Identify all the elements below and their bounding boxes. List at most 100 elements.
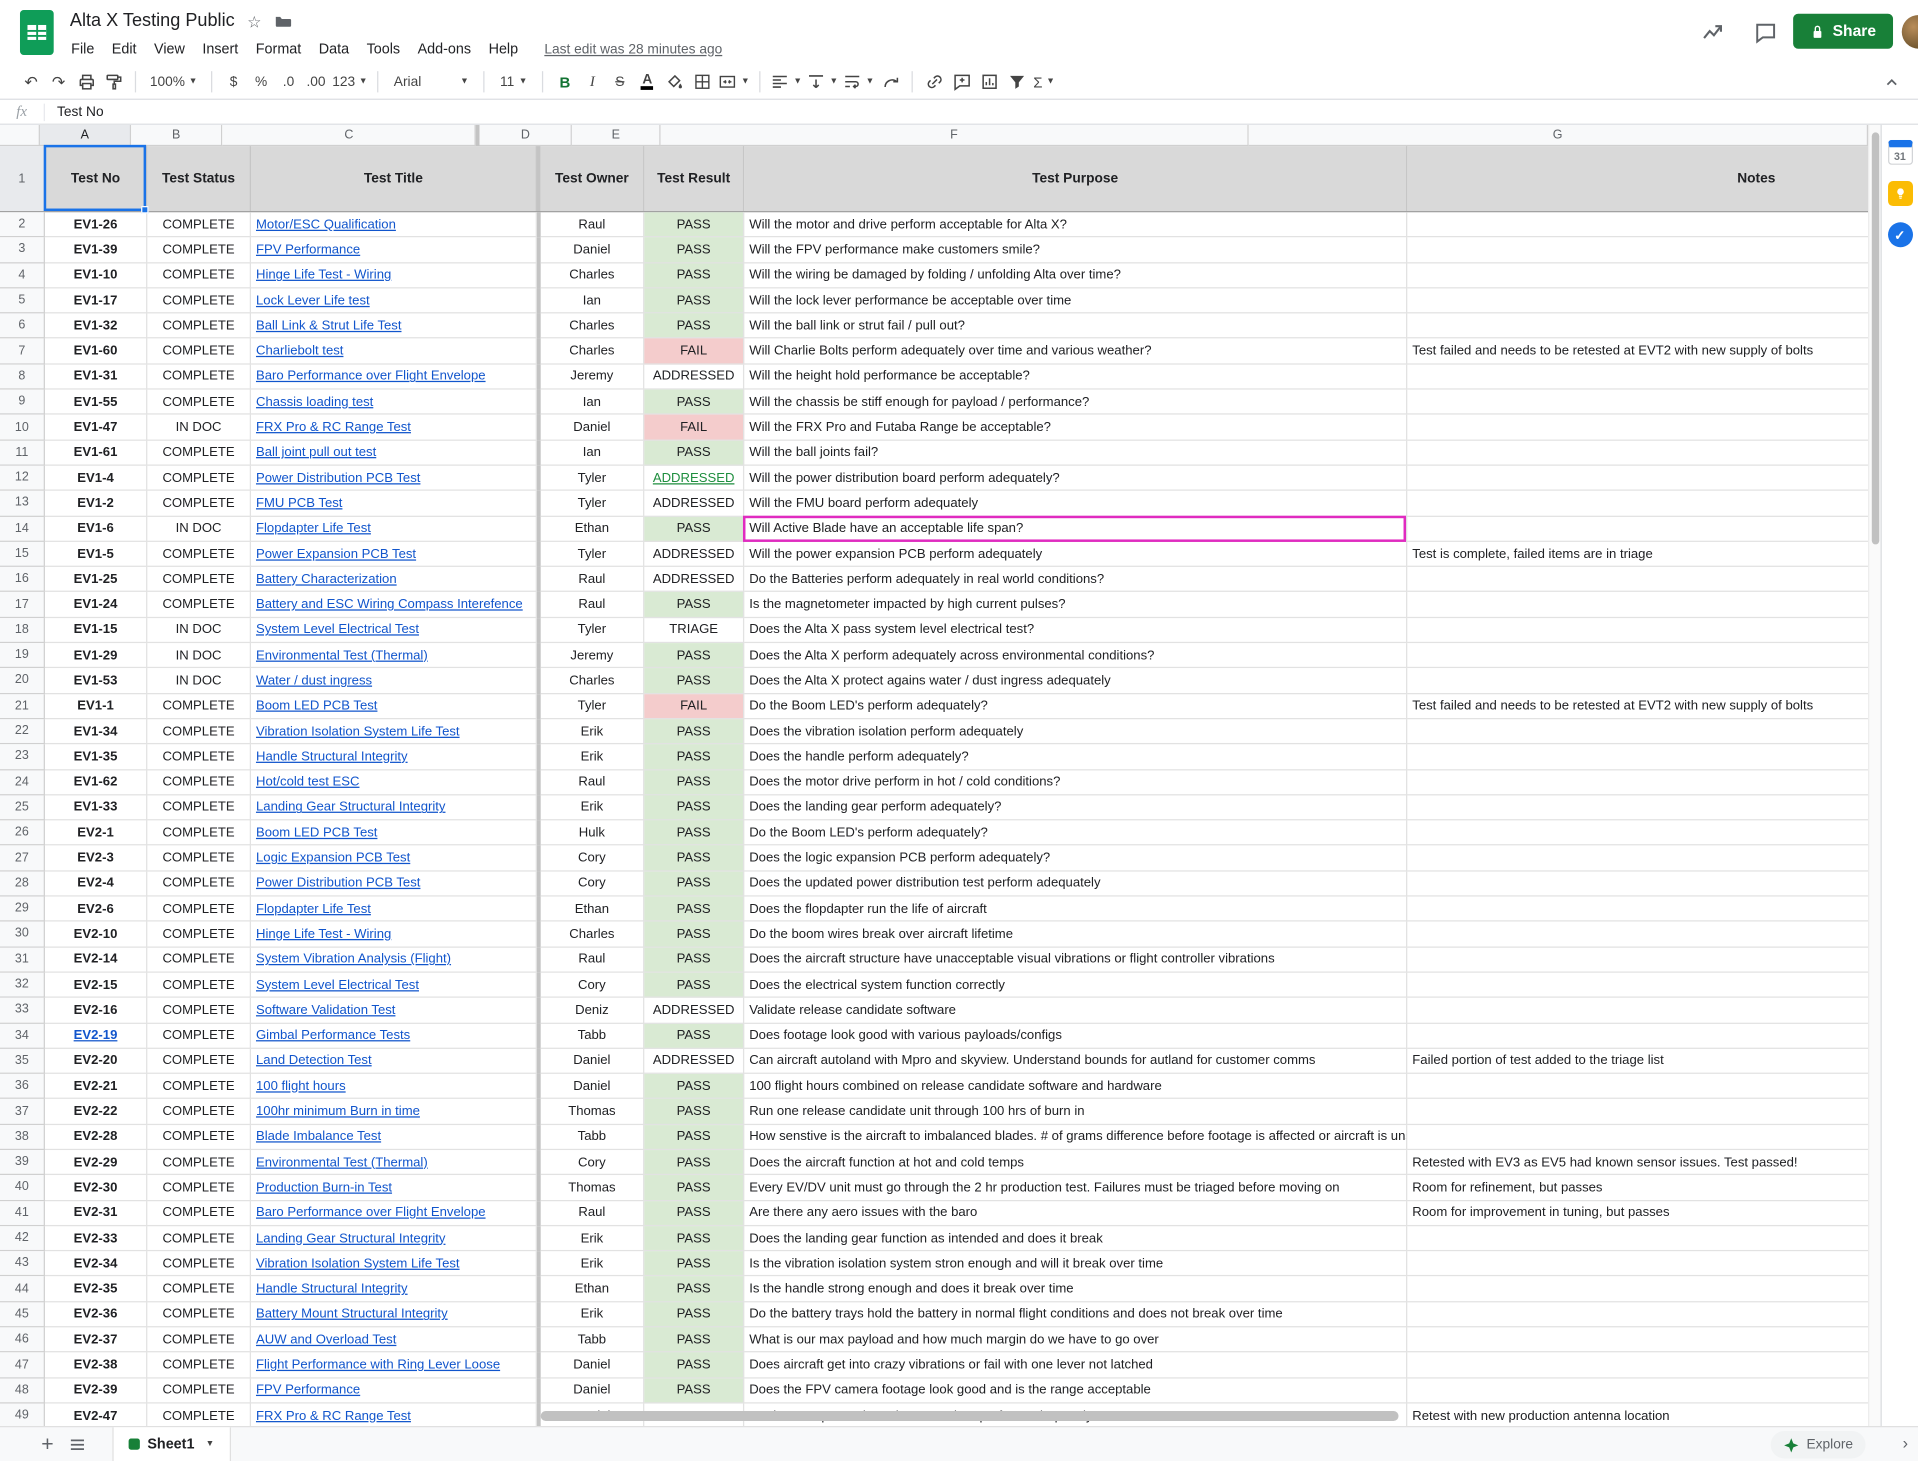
- cell-A9[interactable]: EV1-55: [45, 390, 147, 415]
- cell-A27[interactable]: EV2-3: [45, 846, 147, 871]
- hide-toolbar-button[interactable]: [1878, 67, 1905, 97]
- cell-D14[interactable]: Ethan: [541, 516, 645, 541]
- row-header-36[interactable]: 36: [0, 1074, 45, 1099]
- cell-G19[interactable]: [1407, 643, 1868, 668]
- row-header-43[interactable]: 43: [0, 1251, 45, 1276]
- cell-F42[interactable]: Does the landing gear function as intend…: [744, 1226, 1407, 1251]
- cell-G31[interactable]: [1407, 947, 1868, 972]
- cell-F2[interactable]: Will the motor and drive perform accepta…: [744, 212, 1407, 237]
- cell-B18[interactable]: IN DOC: [147, 618, 251, 643]
- cell-G32[interactable]: [1407, 973, 1868, 998]
- row-header-9[interactable]: 9: [0, 390, 45, 415]
- cell-D29[interactable]: Ethan: [541, 897, 645, 922]
- cell-B19[interactable]: IN DOC: [147, 643, 251, 668]
- cell-A2[interactable]: EV1-26: [45, 212, 147, 237]
- cell-C24[interactable]: Hot/cold test ESC: [251, 770, 537, 795]
- cell-D25[interactable]: Erik: [541, 795, 645, 820]
- cell-A34[interactable]: EV2-19: [45, 1023, 147, 1048]
- cell-B32[interactable]: COMPLETE: [147, 973, 251, 998]
- cell-C32[interactable]: System Level Electrical Test: [251, 973, 537, 998]
- cell-A35[interactable]: EV2-20: [45, 1049, 147, 1074]
- cell-C39[interactable]: Environmental Test (Thermal): [251, 1150, 537, 1175]
- cell-F32[interactable]: Does the electrical system function corr…: [744, 973, 1407, 998]
- cell-B35[interactable]: COMPLETE: [147, 1049, 251, 1074]
- row-header-5[interactable]: 5: [0, 288, 45, 313]
- cell-B2[interactable]: COMPLETE: [147, 212, 251, 237]
- cell-G15[interactable]: Test is complete, failed items are in tr…: [1407, 542, 1868, 567]
- cell-G3[interactable]: [1407, 238, 1868, 263]
- row-header-4[interactable]: 4: [0, 263, 45, 288]
- cell-G24[interactable]: [1407, 770, 1868, 795]
- row-header-12[interactable]: 12: [0, 466, 45, 491]
- row-header-19[interactable]: 19: [0, 643, 45, 668]
- cell-E31[interactable]: PASS: [644, 947, 744, 972]
- row-header-13[interactable]: 13: [0, 491, 45, 516]
- cell-G5[interactable]: [1407, 288, 1868, 313]
- cell-F15[interactable]: Will the power expansion PCB perform ade…: [744, 542, 1407, 567]
- row-header-28[interactable]: 28: [0, 871, 45, 896]
- cell-B33[interactable]: COMPLETE: [147, 998, 251, 1023]
- row-header-27[interactable]: 27: [0, 846, 45, 871]
- row-header-39[interactable]: 39: [0, 1150, 45, 1175]
- more-formats-button[interactable]: 123▼: [330, 67, 370, 97]
- cell-A26[interactable]: EV2-1: [45, 821, 147, 846]
- row-header-18[interactable]: 18: [0, 618, 45, 643]
- cell-C20[interactable]: Water / dust ingress: [251, 668, 537, 693]
- cell-E27[interactable]: PASS: [644, 846, 744, 871]
- cell-D42[interactable]: Erik: [541, 1226, 645, 1251]
- menu-file[interactable]: File: [62, 39, 103, 59]
- cell-C46[interactable]: AUW and Overload Test: [251, 1327, 537, 1352]
- cell-A12[interactable]: EV1-4: [45, 466, 147, 491]
- header-cell-F1[interactable]: Test Purpose: [744, 146, 1407, 211]
- sheet-tab-menu-icon[interactable]: ▼: [206, 1440, 215, 1449]
- cell-A37[interactable]: EV2-22: [45, 1099, 147, 1124]
- cell-C7[interactable]: Charliebolt test: [251, 339, 537, 364]
- cell-G7[interactable]: Test failed and needs to be retested at …: [1407, 339, 1868, 364]
- menu-help[interactable]: Help: [480, 39, 527, 59]
- row-header-49[interactable]: 49: [0, 1403, 45, 1426]
- cell-E30[interactable]: PASS: [644, 922, 744, 947]
- cell-B49[interactable]: COMPLETE: [147, 1403, 251, 1426]
- cell-D27[interactable]: Cory: [541, 846, 645, 871]
- cell-A32[interactable]: EV2-15: [45, 973, 147, 998]
- cell-E33[interactable]: ADDRESSED: [644, 998, 744, 1023]
- cell-F40[interactable]: Every EV/DV unit must go through the 2 h…: [744, 1175, 1407, 1200]
- cell-D33[interactable]: Deniz: [541, 998, 645, 1023]
- cell-E40[interactable]: PASS: [644, 1175, 744, 1200]
- cell-B12[interactable]: COMPLETE: [147, 466, 251, 491]
- cell-G34[interactable]: [1407, 1023, 1868, 1048]
- cell-F36[interactable]: 100 flight hours combined on release can…: [744, 1074, 1407, 1099]
- font-size-select[interactable]: 11▼: [492, 67, 534, 97]
- text-rotation-button[interactable]: [877, 67, 904, 97]
- column-header-F[interactable]: F: [661, 125, 1249, 146]
- cell-E24[interactable]: PASS: [644, 770, 744, 795]
- cell-B44[interactable]: COMPLETE: [147, 1277, 251, 1302]
- header-cell-D1[interactable]: Test Owner: [541, 146, 645, 211]
- cell-A31[interactable]: EV2-14: [45, 947, 147, 972]
- row-header-30[interactable]: 30: [0, 922, 45, 947]
- cell-E34[interactable]: PASS: [644, 1023, 744, 1048]
- cell-D16[interactable]: Raul: [541, 567, 645, 592]
- cell-A15[interactable]: EV1-5: [45, 542, 147, 567]
- cell-C41[interactable]: Baro Performance over Flight Envelope: [251, 1201, 537, 1226]
- cell-C9[interactable]: Chassis loading test: [251, 390, 537, 415]
- cell-B43[interactable]: COMPLETE: [147, 1251, 251, 1276]
- redo-button[interactable]: ↷: [45, 67, 72, 97]
- cell-C6[interactable]: Ball Link & Strut Life Test: [251, 314, 537, 339]
- cell-E5[interactable]: PASS: [644, 288, 744, 313]
- cell-E19[interactable]: PASS: [644, 643, 744, 668]
- row-header-33[interactable]: 33: [0, 998, 45, 1023]
- cell-G8[interactable]: [1407, 364, 1868, 389]
- cell-G18[interactable]: [1407, 618, 1868, 643]
- cell-A49[interactable]: EV2-47: [45, 1403, 147, 1426]
- row-header-44[interactable]: 44: [0, 1277, 45, 1302]
- cell-C25[interactable]: Landing Gear Structural Integrity: [251, 795, 537, 820]
- row-header-1[interactable]: 1: [0, 146, 45, 211]
- row-header-3[interactable]: 3: [0, 238, 45, 263]
- cell-A21[interactable]: EV1-1: [45, 694, 147, 719]
- cell-C43[interactable]: Vibration Isolation System Life Test: [251, 1251, 537, 1276]
- row-header-16[interactable]: 16: [0, 567, 45, 592]
- explore-button[interactable]: Explore: [1770, 1431, 1865, 1458]
- row-header-32[interactable]: 32: [0, 973, 45, 998]
- cell-F47[interactable]: Does aircraft get into crazy vibrations …: [744, 1353, 1407, 1378]
